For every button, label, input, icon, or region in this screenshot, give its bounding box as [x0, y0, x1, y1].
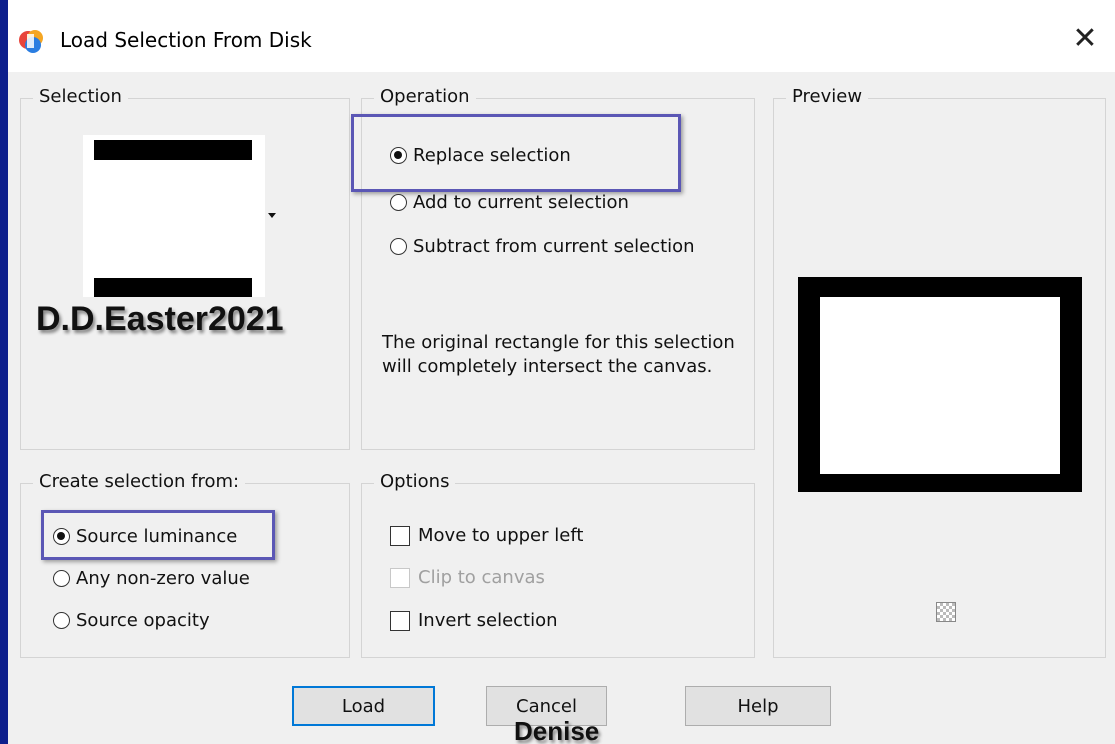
- checkbox-unchecked-icon: [390, 610, 410, 631]
- radio-unchecked-icon: [390, 194, 407, 211]
- source-luminance-radio[interactable]: Source luminance: [53, 526, 237, 547]
- source-luminance-label: Source luminance: [76, 526, 238, 547]
- source-opacity-label: Source opacity: [76, 610, 210, 631]
- any-nonzero-radio[interactable]: Any non-zero value: [53, 568, 250, 589]
- source-opacity-radio[interactable]: Source opacity: [53, 610, 210, 631]
- invert-selection-label: Invert selection: [418, 610, 558, 631]
- radio-unchecked-icon: [53, 570, 70, 587]
- replace-selection-radio[interactable]: Replace selection: [390, 145, 571, 166]
- options-legend: Options: [374, 471, 456, 492]
- operation-legend: Operation: [374, 86, 476, 107]
- add-selection-radio[interactable]: Add to current selection: [390, 192, 629, 213]
- create-selection-legend: Create selection from:: [33, 471, 246, 492]
- preview-image-inner: [820, 297, 1060, 474]
- paintshop-app-icon: [19, 30, 43, 53]
- close-icon[interactable]: ✕: [1069, 24, 1101, 56]
- load-selection-dialog: Load Selection From Disk ✕ Selection D.D…: [8, 0, 1115, 744]
- operation-note: The original rectangle for this selectio…: [382, 332, 735, 377]
- preview-legend: Preview: [786, 86, 869, 107]
- radio-checked-icon: [390, 147, 407, 164]
- move-upper-left-label: Move to upper left: [418, 525, 584, 546]
- add-selection-label: Add to current selection: [413, 192, 629, 213]
- transparency-checker-icon[interactable]: [936, 602, 956, 622]
- any-nonzero-label: Any non-zero value: [76, 568, 250, 589]
- clip-to-canvas-label: Clip to canvas: [418, 567, 545, 588]
- clip-to-canvas-checkbox: Clip to canvas: [390, 567, 545, 588]
- title-bar: Load Selection From Disk ✕: [8, 0, 1115, 72]
- checkbox-disabled-icon: [390, 567, 410, 588]
- thumbnail-top-bar: [94, 140, 252, 160]
- selection-watermark: D.D.Easter2021: [36, 300, 284, 338]
- load-button[interactable]: Load: [292, 686, 435, 726]
- invert-selection-checkbox[interactable]: Invert selection: [390, 610, 558, 631]
- window-title: Load Selection From Disk: [60, 28, 312, 52]
- radio-unchecked-icon: [53, 612, 70, 629]
- checkbox-unchecked-icon: [390, 525, 410, 546]
- radio-unchecked-icon: [390, 238, 407, 255]
- replace-selection-label: Replace selection: [413, 145, 571, 166]
- subtract-selection-radio[interactable]: Subtract from current selection: [390, 236, 695, 257]
- signature-watermark: Denise: [514, 716, 600, 744]
- selection-legend: Selection: [33, 86, 128, 107]
- radio-checked-icon: [53, 528, 70, 545]
- selection-dropdown-arrow-icon[interactable]: [268, 213, 276, 218]
- thumbnail-bottom-bar: [94, 278, 252, 297]
- help-button[interactable]: Help: [685, 686, 831, 726]
- subtract-selection-label: Subtract from current selection: [413, 236, 695, 257]
- move-upper-left-checkbox[interactable]: Move to upper left: [390, 525, 583, 546]
